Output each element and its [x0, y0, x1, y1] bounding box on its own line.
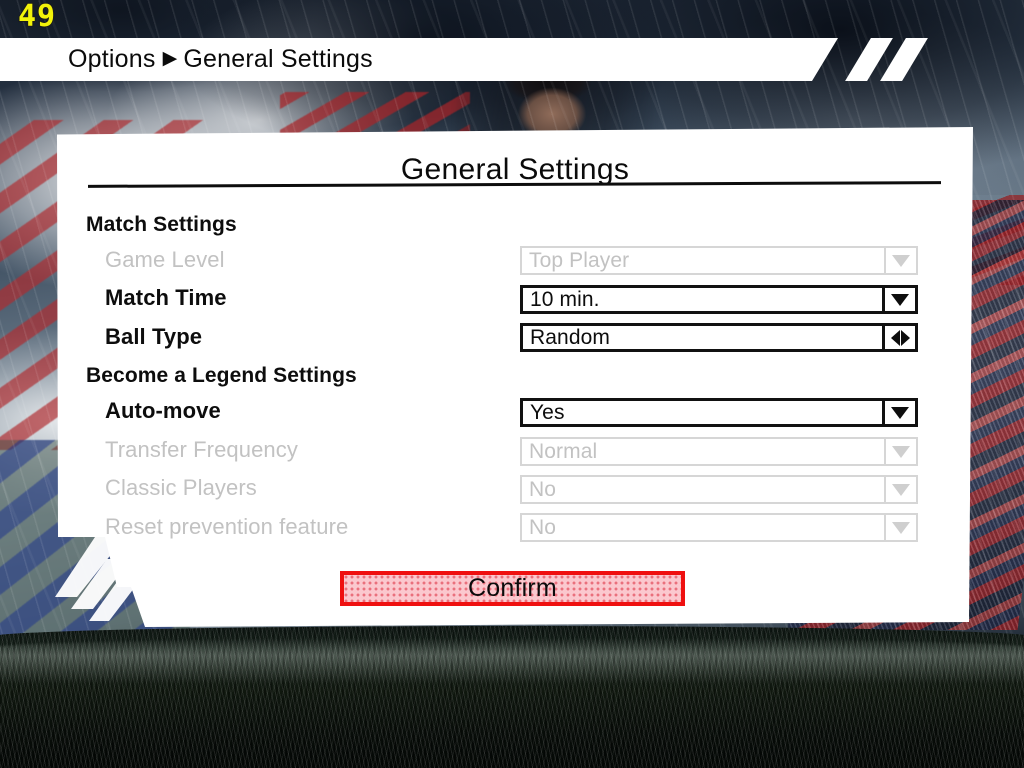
- breadcrumb-item-current: General Settings: [183, 45, 373, 73]
- pitch-grass-texture: [0, 626, 1024, 768]
- dropdown-transfer-frequency: Normal: [520, 437, 918, 466]
- label-reset-prevention-feature: Reset prevention feature: [105, 514, 349, 539]
- breadcrumb: Options ▶ General Settings: [0, 38, 838, 81]
- section-header-match-settings: Match Settings: [86, 213, 237, 236]
- fps-counter: 49: [17, 0, 57, 34]
- dropdown-reset-prevention-feature-value: No: [529, 515, 557, 539]
- chevron-down-icon[interactable]: [882, 401, 915, 424]
- label-match-time: Match Time: [105, 285, 227, 310]
- chevron-down-icon[interactable]: [882, 288, 915, 311]
- settings-panel-content: General Settings Match Settings Game Lev…: [55, 127, 975, 627]
- label-game-level: Game Level: [105, 247, 225, 272]
- dropdown-reset-prevention-feature: No: [520, 513, 918, 542]
- chevron-down-icon: [884, 439, 916, 464]
- label-transfer-frequency: Transfer Frequency: [105, 437, 298, 462]
- breadcrumb-separator-icon: ▶: [162, 48, 178, 69]
- dropdown-match-time[interactable]: 10 min.: [520, 285, 918, 314]
- spinner-ball-type[interactable]: Random: [520, 323, 918, 352]
- dropdown-classic-players: No: [520, 475, 918, 504]
- dropdown-match-time-value: 10 min.: [530, 288, 600, 311]
- label-classic-players: Classic Players: [105, 475, 257, 500]
- label-auto-move: Auto-move: [105, 398, 221, 423]
- game-screen: 49 Options ▶ General Settings General Se…: [0, 0, 1024, 768]
- confirm-button[interactable]: Confirm: [340, 571, 685, 606]
- chevron-down-icon: [884, 477, 916, 502]
- chevron-down-icon: [884, 248, 916, 273]
- dropdown-auto-move-value: Yes: [530, 401, 565, 424]
- breadcrumb-item-options[interactable]: Options: [68, 45, 156, 74]
- dropdown-classic-players-value: No: [529, 477, 557, 501]
- dropdown-game-level-value: Top Player: [529, 248, 630, 272]
- left-right-arrows-icon[interactable]: [882, 326, 915, 349]
- chevron-down-icon: [884, 515, 916, 540]
- label-ball-type: Ball Type: [105, 324, 203, 349]
- dropdown-game-level: Top Player: [520, 246, 918, 275]
- spinner-ball-type-value: Random: [530, 326, 610, 349]
- dropdown-auto-move[interactable]: Yes: [520, 398, 918, 427]
- confirm-button-label: Confirm: [468, 574, 557, 602]
- section-header-become-a-legend: Become a Legend Settings: [86, 364, 357, 387]
- dropdown-transfer-frequency-value: Normal: [529, 439, 598, 463]
